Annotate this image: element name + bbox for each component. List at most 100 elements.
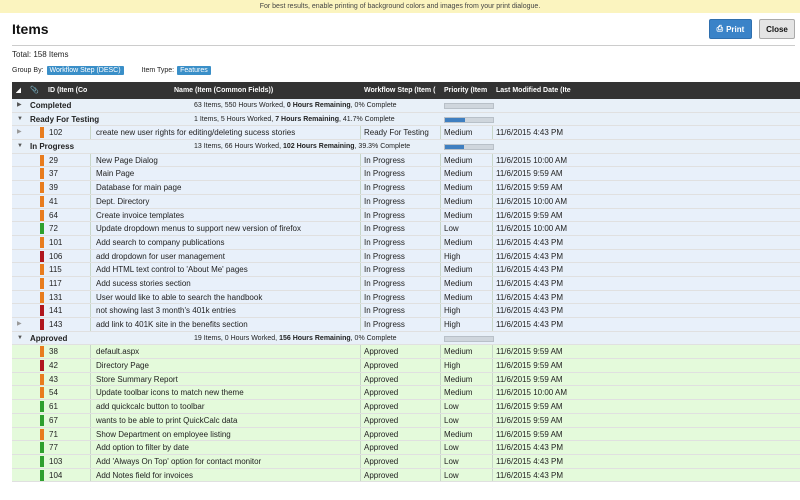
cell-name: Create invoice templates xyxy=(96,210,185,220)
table-row[interactable]: ▶ 102 create new user rights for editing/d… xyxy=(12,126,800,141)
cell-workflow-step: Approved xyxy=(364,347,399,357)
column-header-name[interactable]: Name (Item (Common Fields)) xyxy=(174,82,354,99)
column-divider xyxy=(440,386,441,400)
priority-indicator xyxy=(40,127,44,139)
table-row[interactable]: 38 default.aspx Approved Medium 11/6/2015 9:… xyxy=(12,345,800,360)
table-row[interactable]: 67 wants to be able to print QuickCalc da… xyxy=(12,413,800,428)
column-divider xyxy=(360,400,361,413)
priority-indicator xyxy=(40,455,44,467)
table-row[interactable]: 43 Store Summary Report Approved Medium 11/6… xyxy=(12,372,800,387)
table-row[interactable]: 106 add dropdown for user management In Pr… xyxy=(12,249,800,264)
group-row[interactable]: ▶ Completed 63 Items, 550 Hours Worked, 0 … xyxy=(12,99,800,113)
printer-icon: ⎙ xyxy=(716,24,724,33)
group-name: Ready For Testing xyxy=(30,114,100,124)
table-row[interactable]: ▶ 143 add link to 401K site in the benefit… xyxy=(12,318,800,332)
group-row[interactable]: ▼ In Progress 13 Items, 66 Hours Worked, 1… xyxy=(12,140,800,154)
table-row[interactable]: 104 Add Notes field for invoices Approved L… xyxy=(12,468,800,483)
summary-remaining: 102 Hours Remaining xyxy=(282,143,355,151)
cell-id: 64 xyxy=(49,210,58,220)
print-button[interactable]: ⎙ Print xyxy=(709,19,752,39)
column-divider xyxy=(440,181,441,194)
cell-last-modified: 11/6/2015 4:43 PM xyxy=(496,278,564,288)
table-row[interactable]: 42 Directory Page Approved High 11/6/2015 9:… xyxy=(12,359,800,373)
cell-id: 104 xyxy=(49,470,63,480)
cell-workflow-step: In Progress xyxy=(364,251,405,261)
column-header-priority[interactable]: Priority (Item xyxy=(444,82,500,99)
column-divider xyxy=(440,290,441,304)
cell-name: Database for main page xyxy=(96,183,182,193)
page-title: Items xyxy=(12,21,49,37)
table-row[interactable]: 29 New Page Dialog In Progress Medium 11/6/2… xyxy=(12,153,800,168)
table-row[interactable]: 39 Database for main page In Progress Mediu… xyxy=(12,181,800,195)
group-row[interactable]: ▼ Approved 19 Items, 0 Hours Worked, 156 H… xyxy=(12,331,800,346)
column-divider xyxy=(90,263,91,276)
table-row[interactable]: 37 Main Page In Progress Medium 11/6/2015 9:… xyxy=(12,167,800,182)
column-header-id[interactable]: ID (Item (Co xyxy=(48,82,92,99)
cell-name: Add sucess stories section xyxy=(96,278,191,288)
table-row[interactable]: 115 Add HTML text control to 'About Me' p… xyxy=(12,263,800,277)
item-type-chip[interactable]: Features xyxy=(177,66,211,75)
column-header-workflow-step[interactable]: Workflow Step (Item ( xyxy=(364,82,440,99)
column-divider xyxy=(492,181,493,194)
cell-priority: Low xyxy=(444,456,459,466)
cell-workflow-step: In Progress xyxy=(364,306,405,316)
expand-row-icon[interactable]: ▶ xyxy=(17,126,22,139)
table-row[interactable]: 131 User would like to able to search the… xyxy=(12,290,800,305)
cell-id: 43 xyxy=(49,374,58,384)
close-button[interactable]: Close xyxy=(759,19,795,39)
cell-last-modified: 11/6/2015 4:43 PM xyxy=(496,443,564,453)
cell-name: wants to be able to print QuickCalc data xyxy=(96,415,238,425)
priority-indicator xyxy=(40,195,44,207)
group-row[interactable]: ▼ Ready For Testing 1 Items, 5 Hours Worke… xyxy=(12,112,800,127)
group-progress-bar xyxy=(444,144,494,151)
item-type-label: Item Type: xyxy=(141,67,175,74)
cell-priority: Medium xyxy=(444,155,473,165)
cell-last-modified: 11/6/2015 4:43 PM xyxy=(496,292,564,302)
table-row[interactable]: 77 Add option to filter by date Approved Lo… xyxy=(12,441,800,455)
table-row[interactable]: 54 Update toolbar icons to match new them… xyxy=(12,386,800,401)
cell-workflow-step: In Progress xyxy=(364,265,405,275)
cell-name: Add HTML text control to 'About Me' page… xyxy=(96,265,248,275)
table-row[interactable]: 141 not showing last 3 month's 401k entri… xyxy=(12,304,800,318)
column-divider xyxy=(90,413,91,427)
attachment-icon[interactable]: 📎 xyxy=(30,82,39,99)
group-by-chip[interactable]: Workflow Step (DESC) xyxy=(46,66,124,75)
collapse-arrow-icon[interactable]: ▼ xyxy=(17,140,23,153)
cell-priority: High xyxy=(444,320,461,329)
column-divider xyxy=(90,235,91,249)
table-row[interactable]: 117 Add sucess stories section In Progress… xyxy=(12,276,800,291)
column-divider xyxy=(90,276,91,290)
table-row[interactable]: 41 Dept. Directory In Progress Medium 11/6/2… xyxy=(12,194,800,209)
column-header-last-modified[interactable]: Last Modified Date (Ite xyxy=(496,82,578,99)
table-row[interactable]: 103 Add 'Always On Top' option for contac… xyxy=(12,454,800,469)
column-divider xyxy=(440,208,441,222)
cell-name: Add 'Always On Top' option for contact m… xyxy=(96,456,262,466)
collapse-arrow-icon[interactable]: ▼ xyxy=(17,332,23,345)
cell-workflow-step: In Progress xyxy=(364,237,405,247)
cell-id: 37 xyxy=(49,169,58,179)
cell-name: Update toolbar icons to match new theme xyxy=(96,388,244,398)
column-divider xyxy=(492,126,493,140)
summary-complete: , 0% Complete xyxy=(350,102,397,109)
cell-last-modified: 11/6/2015 4:43 PM xyxy=(496,237,564,247)
cell-workflow-step: In Progress xyxy=(364,292,405,302)
table-row[interactable]: 72 Update dropdown menus to support new v… xyxy=(12,222,800,236)
column-divider xyxy=(90,222,91,235)
cell-last-modified: 11/6/2015 9:59 AM xyxy=(496,374,563,384)
cell-last-modified: 11/6/2015 9:59 AM xyxy=(496,429,563,439)
column-divider xyxy=(90,249,91,263)
column-divider xyxy=(360,359,361,372)
table-row[interactable]: 101 Add search to company publications In … xyxy=(12,235,800,250)
expand-arrow-icon[interactable]: ▶ xyxy=(17,99,22,112)
cell-id: 54 xyxy=(49,388,58,398)
table-row[interactable]: 71 Show Department on employee listing App… xyxy=(12,427,800,442)
table-row[interactable]: 61 add quickcalc button to toolbar Approve… xyxy=(12,400,800,414)
table-row[interactable]: 64 Create invoice templates In Progress Med… xyxy=(12,208,800,223)
column-divider xyxy=(492,194,493,208)
summary-text: 19 Items, 0 Hours Worked, xyxy=(194,334,280,342)
cell-name: add quickcalc button to toolbar xyxy=(96,402,205,412)
column-settings-icon[interactable]: ◢ xyxy=(16,82,21,99)
collapse-arrow-icon[interactable]: ▼ xyxy=(17,113,23,126)
items-grid: ◢ 📎 ID (Item (Co Name (Item (Common Fiel… xyxy=(12,82,800,483)
expand-row-icon[interactable]: ▶ xyxy=(17,318,22,331)
